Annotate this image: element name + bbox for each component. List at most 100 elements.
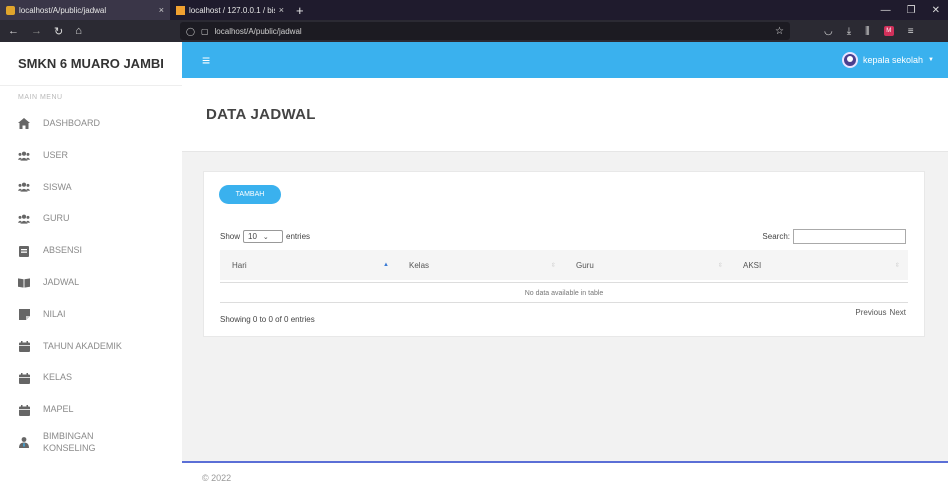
table-info: Showing 0 to 0 of 0 entries	[220, 315, 315, 324]
calendar-icon	[18, 340, 30, 352]
caret-down-icon: ▼	[928, 57, 934, 63]
sort-icon: ⇳	[717, 262, 723, 269]
download-icon[interactable]: ⤓	[847, 26, 851, 37]
entries-value: 10	[248, 232, 257, 241]
sidebar-item-label-line2: KONSELING	[43, 442, 96, 453]
forward-icon[interactable]: →	[31, 25, 42, 38]
sort-icon: ⇳	[894, 262, 900, 269]
footer: © 2022	[182, 463, 948, 493]
url-text[interactable]: localhost/A/public/jadwal	[215, 27, 302, 36]
sidebar-item-label: JADWAL	[43, 277, 80, 288]
page-title: DATA JADWAL	[206, 106, 316, 123]
empty-table-message: No data available in table	[220, 282, 908, 303]
library-icon[interactable]: ⫼	[865, 26, 870, 37]
tab-title: localhost/A/public/jadwal	[19, 5, 107, 15]
sort-asc-icon: ▲	[383, 262, 389, 268]
calendar-icon	[18, 404, 30, 416]
sidebar-item-label: USER	[43, 149, 69, 160]
home-browser-icon[interactable]: ⌂	[75, 25, 82, 38]
phpmyadmin-favicon-icon	[176, 5, 185, 15]
tab-title: localhost / 127.0.0.1 / bismillah	[189, 5, 275, 15]
previous-button[interactable]: Previous	[855, 308, 886, 317]
minimize-icon[interactable]: —	[881, 5, 891, 16]
entries-length-control: Show 10 ⌄ entries	[220, 230, 310, 243]
column-label: Hari	[232, 260, 247, 270]
table-search: Search:	[762, 229, 906, 244]
page-header: DATA JADWAL	[182, 78, 948, 152]
new-tab-button[interactable]: +	[290, 0, 310, 20]
bookmark-star-icon[interactable]: ☆	[775, 26, 784, 37]
calendar-icon	[18, 372, 30, 384]
users-icon	[18, 150, 30, 162]
browser-nav-bar: ← → ↻ ⌂ ◯ ▢ localhost/A/public/jadwal ☆ …	[0, 20, 948, 42]
sidebar-item-absensi[interactable]: ABSENSI	[0, 235, 182, 267]
tambah-button[interactable]: TAMBAH	[219, 185, 281, 204]
sidebar-item-siswa[interactable]: SISWA	[0, 172, 182, 204]
menu-icon[interactable]: ≡	[908, 26, 914, 37]
sidebar-item-guru[interactable]: GURU	[0, 203, 182, 235]
clipboard-icon	[18, 245, 30, 257]
sidebar-item-dashboard[interactable]: DASHBOARD	[0, 108, 182, 140]
browser-tab-phpmyadmin[interactable]: localhost / 127.0.0.1 / bismillah ×	[170, 0, 290, 20]
browser-tab-jadwal[interactable]: localhost/A/public/jadwal ×	[0, 0, 170, 20]
table-header: Hari ▲ Kelas ⇳ Guru ⇳ AKSI ⇳	[220, 250, 908, 280]
next-button[interactable]: Next	[890, 308, 906, 317]
sidebar-item-label: ABSENSI	[43, 245, 83, 256]
sidebar-item-bimbingan-konseling[interactable]: BIMBINGAN KONSELING	[0, 426, 182, 460]
sidebar-item-nilai[interactable]: NILAI	[0, 299, 182, 331]
extension-icon[interactable]: M	[883, 26, 894, 36]
column-header-guru[interactable]: Guru ⇳	[564, 250, 731, 280]
reload-icon[interactable]: ↻	[54, 25, 63, 38]
column-header-kelas[interactable]: Kelas ⇳	[397, 250, 564, 280]
url-bar[interactable]: ◯ ▢ localhost/A/public/jadwal ☆	[180, 22, 790, 40]
sidebar-item-label: DASHBOARD	[43, 118, 101, 129]
sidebar-item-label: MAPEL	[43, 404, 74, 415]
search-input[interactable]	[793, 229, 906, 244]
sidebar-item-label: TAHUN AKADEMIK	[43, 340, 122, 351]
footer-copyright: © 2022	[202, 473, 232, 483]
brand-title[interactable]: SMKN 6 MUARO JAMBI	[0, 42, 182, 86]
back-icon[interactable]: ←	[8, 25, 19, 38]
nav-buttons: ← → ↻ ⌂	[0, 25, 180, 38]
user-tie-icon	[18, 437, 30, 449]
entries-select[interactable]: 10 ⌄	[243, 230, 284, 243]
sidebar-item-mapel[interactable]: MAPEL	[0, 394, 182, 426]
column-header-aksi[interactable]: AKSI ⇳	[731, 250, 908, 280]
user-dropdown[interactable]: kepala sekolah ▼	[842, 52, 934, 68]
note-icon	[18, 309, 30, 321]
sidebar-item-kelas[interactable]: KELAS	[0, 362, 182, 394]
chevron-down-icon: ⌄	[262, 233, 269, 241]
shield-icon: ◯	[186, 26, 195, 36]
sidebar-item-jadwal[interactable]: JADWAL	[0, 267, 182, 299]
window-controls: — ❐ ✕	[881, 0, 948, 20]
hamburger-menu-icon[interactable]: ≡	[202, 52, 210, 68]
restore-icon[interactable]: ❐	[907, 5, 916, 16]
avatar	[842, 52, 858, 68]
pagination: Previous Next	[855, 308, 906, 317]
browser-tab-bar: localhost/A/public/jadwal × localhost / …	[0, 0, 948, 20]
sort-icon: ⇳	[550, 262, 556, 269]
sidebar-item-label: GURU	[43, 213, 70, 224]
sidebar-item-tahun-akademik[interactable]: TAHUN AKADEMIK	[0, 331, 182, 363]
user-name: kepala sekolah	[863, 55, 924, 65]
column-header-hari[interactable]: Hari ▲	[220, 250, 397, 280]
sidebar-item-label: NILAI	[43, 308, 66, 319]
show-label: Show	[220, 232, 241, 241]
sidebar: SMKN 6 MUARO JAMBI MAIN MENU DASHBOARD U…	[0, 42, 182, 493]
column-label: AKSI	[743, 260, 762, 270]
tab-close-icon[interactable]: ×	[159, 5, 164, 15]
pocket-icon[interactable]: ◡	[824, 26, 833, 37]
column-label: Kelas	[409, 260, 430, 270]
menu-section-label: MAIN MENU	[18, 94, 63, 101]
toolbar-icons: ◡ ⤓ ⫼ M ≡	[824, 26, 914, 37]
sidebar-item-label: BIMBINGAN KONSELING	[43, 431, 96, 454]
home-icon	[18, 118, 30, 130]
book-icon	[18, 277, 30, 289]
users-icon	[18, 213, 30, 225]
sidebar-item-label-line1: BIMBINGAN	[43, 431, 94, 442]
tab-close-icon[interactable]: ×	[279, 5, 284, 15]
sidebar-item-label: KELAS	[43, 372, 73, 383]
close-window-icon[interactable]: ✕	[932, 5, 940, 16]
site-favicon-icon	[6, 5, 15, 15]
sidebar-item-user[interactable]: USER	[0, 140, 182, 172]
